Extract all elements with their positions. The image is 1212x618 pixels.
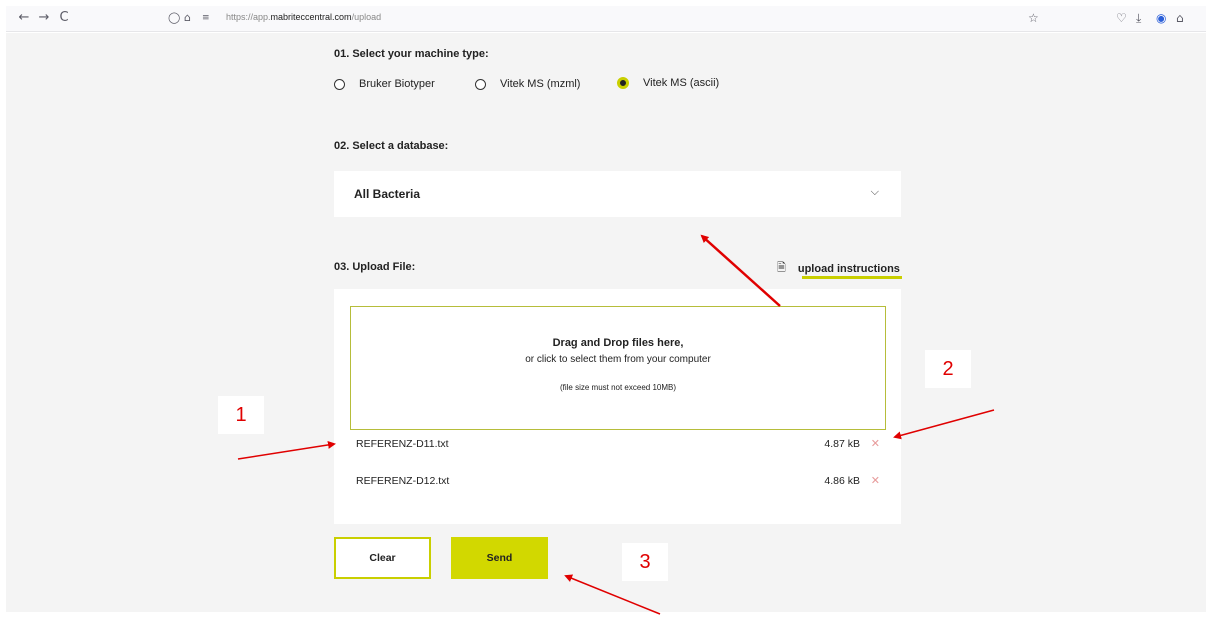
annotation-arrows bbox=[237, 234, 995, 615]
annotation-arrow-file bbox=[237, 440, 336, 460]
annotation-arrow-remove bbox=[893, 409, 995, 440]
annotation-arrow-send bbox=[564, 574, 661, 615]
annotation-arrow-database bbox=[700, 234, 781, 307]
